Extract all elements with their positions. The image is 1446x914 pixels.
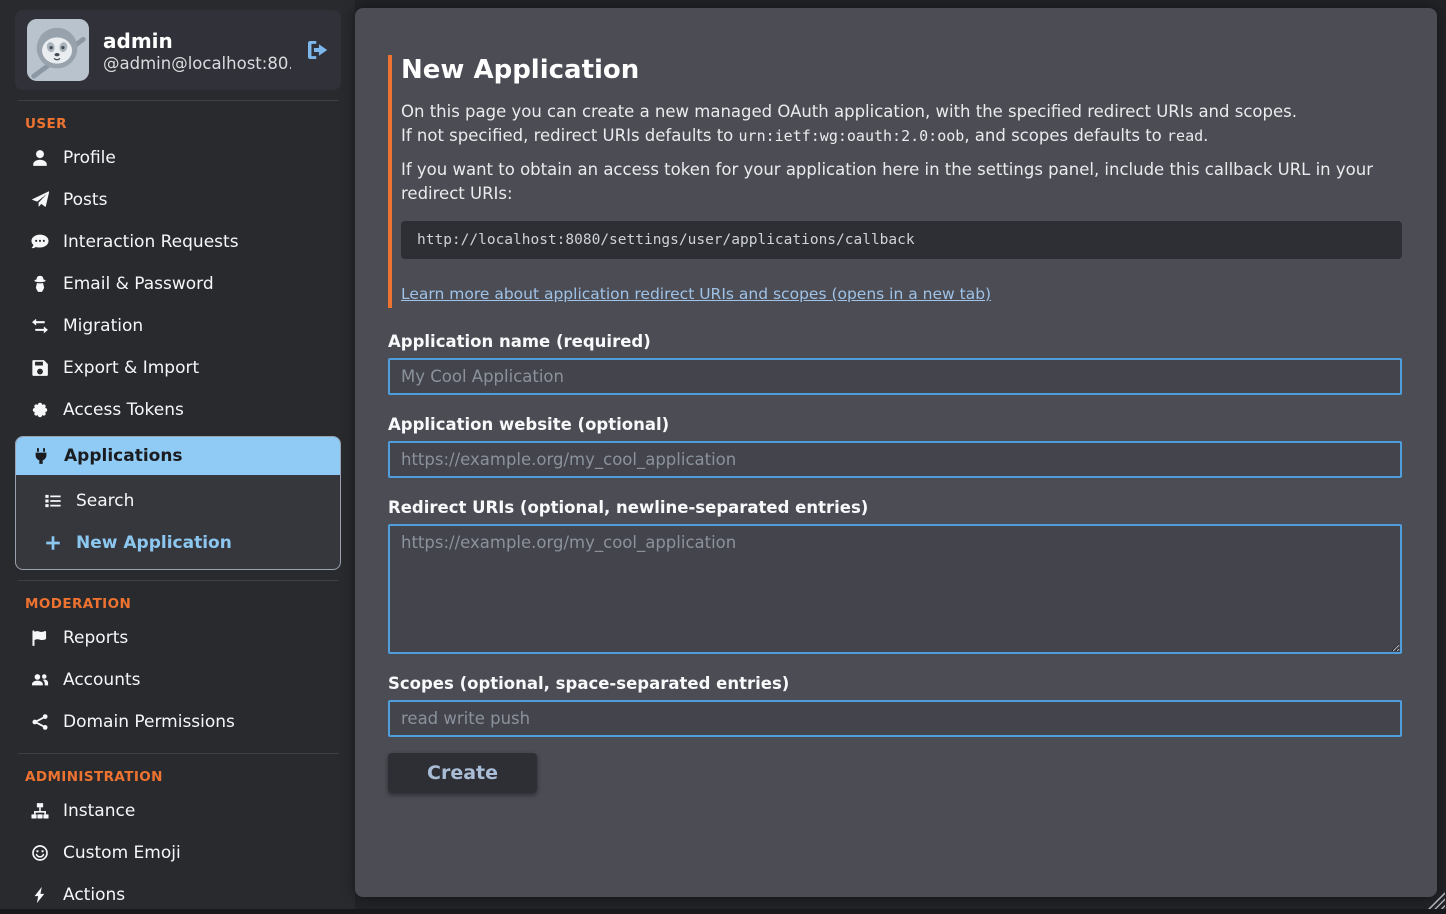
main-panel: New Application On this page you can cre… [355,8,1437,897]
application-website-input[interactable] [388,441,1402,478]
section-header-administration: ADMINISTRATION [0,754,355,790]
sidebar-item-label: Instance [63,801,135,821]
sidebar: admin @admin@localhost:80... USER Profile… [0,0,355,914]
sign-out-icon[interactable] [305,38,329,62]
sidebar-nav: USER Profile Posts Interaction Requests Emai… [0,100,355,914]
sidebar-item-posts[interactable]: Posts [0,179,355,221]
sidebar-item-export-import[interactable]: Export & Import [0,347,355,389]
sidebar-item-profile[interactable]: Profile [0,137,355,179]
sidebar-group-applications: Applications Search New Application [15,436,341,570]
sidebar-item-label: Actions [63,885,125,905]
paper-plane-icon [30,191,50,209]
sidebar-item-label: Interaction Requests [63,232,239,252]
sidebar-item-label: Export & Import [63,358,199,378]
read-code: read [1167,127,1203,145]
sidebar-item-label: New Application [76,533,232,553]
sidebar-subnav: Search New Application [16,475,340,569]
window-bottom-edge [0,909,1446,914]
bolt-icon [30,886,50,904]
certificate-icon [30,401,50,419]
users-icon [30,671,50,689]
avatar [27,19,89,81]
user-secret-icon [30,275,50,293]
sidebar-item-instance[interactable]: Instance [0,790,355,832]
sidebar-item-label: Migration [63,316,143,336]
intro-paragraph-2: If you want to obtain an access token fo… [401,158,1402,206]
sidebar-item-accounts[interactable]: Accounts [0,659,355,701]
scopes-label: Scopes (optional, space-separated entrie… [388,674,1402,693]
redirect-uris-label: Redirect URIs (optional, newline-separat… [388,498,1402,517]
redirect-uris-textarea[interactable] [388,524,1402,654]
floppy-disk-icon [30,359,50,377]
intro-paragraph-1: On this page you can create a new manage… [401,100,1402,148]
intro-block: New Application On this page you can cre… [388,55,1402,308]
sidebar-item-label: Access Tokens [63,400,184,420]
sidebar-item-label: Email & Password [63,274,214,294]
flag-icon [30,629,50,647]
user-meta: admin @admin@localhost:80... [103,28,291,73]
sidebar-item-actions[interactable]: Actions [0,874,355,914]
user-handle: @admin@localhost:80... [103,54,291,73]
user-card[interactable]: admin @admin@localhost:80... [15,10,341,90]
scopes-input[interactable] [388,700,1402,737]
learn-more-link[interactable]: Learn more about application redirect UR… [401,285,991,303]
callback-url: http://localhost:8080/settings/user/appl… [401,221,1402,259]
share-nodes-icon [30,713,50,731]
list-icon [43,492,63,510]
user-icon [30,149,50,167]
sidebar-item-domain-permissions[interactable]: Domain Permissions [0,701,355,743]
sidebar-item-label: Accounts [63,670,141,690]
sidebar-item-new-application[interactable]: New Application [16,522,340,564]
sidebar-item-label: Custom Emoji [63,843,181,863]
oob-code: urn:ietf:wg:oauth:2.0:oob [739,127,965,145]
sidebar-item-label: Reports [63,628,128,648]
sitemap-icon [30,802,50,820]
sidebar-item-email-password[interactable]: Email & Password [0,263,355,305]
sidebar-item-migration[interactable]: Migration [0,305,355,347]
application-name-label: Application name (required) [388,332,1402,351]
plug-icon [31,447,51,465]
sidebar-item-label: Applications [64,446,183,466]
user-name: admin [103,28,291,54]
sidebar-item-label: Domain Permissions [63,712,235,732]
sidebar-item-search[interactable]: Search [16,480,340,522]
application-name-input[interactable] [388,358,1402,395]
sidebar-item-reports[interactable]: Reports [0,617,355,659]
sidebar-item-label: Profile [63,148,116,168]
sidebar-item-label: Posts [63,190,107,210]
sidebar-item-interaction-requests[interactable]: Interaction Requests [0,221,355,263]
sidebar-item-label: Search [76,491,134,511]
create-button[interactable]: Create [388,753,537,793]
sidebar-item-custom-emoji[interactable]: Custom Emoji [0,832,355,874]
section-header-moderation: MODERATION [0,581,355,617]
comment-dots-icon [30,233,50,251]
sidebar-item-applications[interactable]: Applications [16,437,340,475]
new-application-form: Application name (required) Application … [388,332,1402,793]
section-header-user: USER [0,101,355,137]
smile-icon [30,844,50,862]
exchange-icon [30,317,50,335]
sidebar-item-access-tokens[interactable]: Access Tokens [0,389,355,431]
plus-icon [43,534,63,552]
application-website-label: Application website (optional) [388,415,1402,434]
page-title: New Application [401,55,1402,85]
